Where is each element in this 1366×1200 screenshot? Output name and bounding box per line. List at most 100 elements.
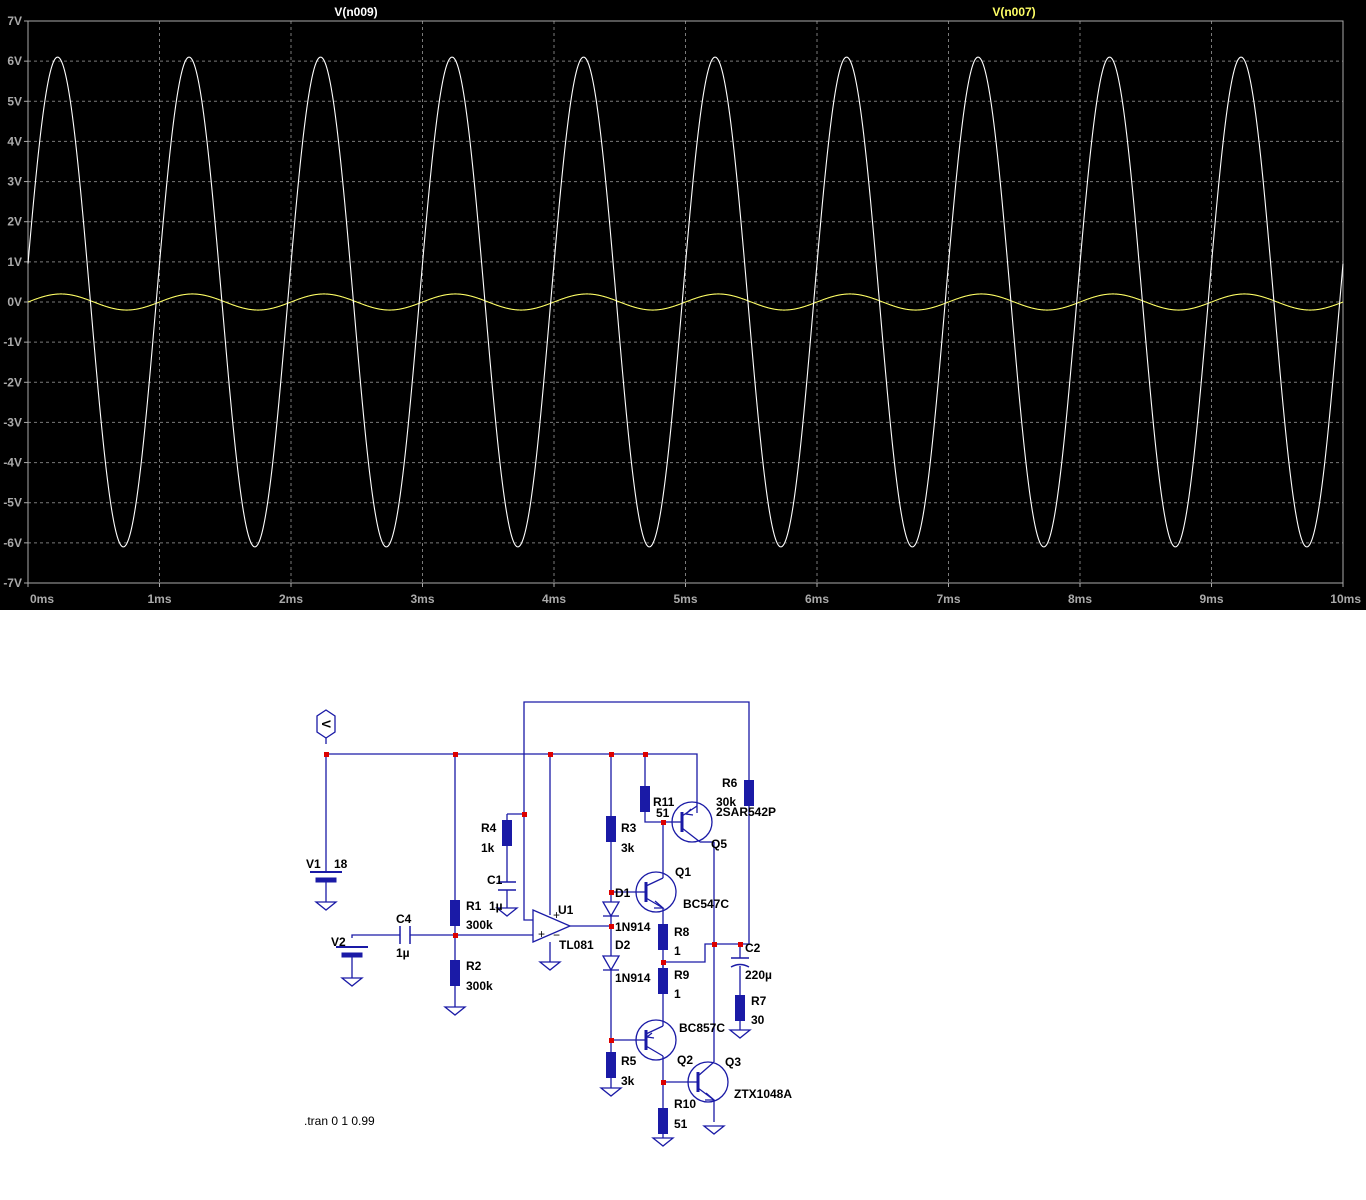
ground-icon [538,961,562,971]
u1-ref: U1 [558,903,574,917]
ground-icon [599,1087,623,1097]
waveform-plot[interactable]: 7V 6V 5V 4V 3V 2V 1V 0V -1V -2V -3V -4V -5V -6V -7V 0ms… [0,0,1366,610]
ground-icon [651,1137,675,1147]
x-tick-label: 5ms [673,592,697,606]
r9-value: 1 [674,987,681,1001]
r10-resistor [658,1108,668,1134]
r4-resistor [502,820,512,846]
v1-value: 18 [334,857,348,871]
spice-directive[interactable]: .tran 0 1 0.99 [304,1114,375,1128]
trace-label-v-n007[interactable]: V(n007) [992,5,1035,19]
x-tick-label: 8ms [1068,592,1092,606]
d1-ref: D1 [615,886,631,900]
component-labels: V1 18 V2 C4 1µ R1 300k R2 300k R4 1k C1 … [306,776,792,1131]
x-tick-label: 7ms [936,592,960,606]
r4-value: 1k [481,841,495,855]
r8-resistor [658,924,668,950]
y-tick-label: -6V [3,536,22,550]
y-tick-label: -3V [3,415,22,429]
r4-ref: R4 [481,821,497,835]
c4-value: 1µ [396,946,410,960]
q5-transistor [671,801,714,843]
r7-value: 30 [751,1013,765,1027]
ground-icon [443,1006,467,1016]
r3-value: 3k [621,841,635,855]
v1-ref: V1 [306,857,321,871]
r8-value: 1 [674,944,681,958]
y-tick-label: 2V [7,215,22,229]
x-tick-label: 6ms [805,592,829,606]
y-tick-label: -5V [3,496,22,510]
y-tick-label: 3V [7,175,22,189]
y-tick-label: 5V [7,94,22,108]
u1-value: TL081 [559,938,594,952]
q3-ref: Q3 [725,1055,741,1069]
r5-value: 3k [621,1074,635,1088]
r3-ref: R3 [621,821,637,835]
r10-ref: R10 [674,1097,696,1111]
c1-ref: C1 [487,873,503,887]
q5-ref: Q5 [711,837,727,851]
y-tick-label: 6V [7,54,22,68]
d2-diode [601,955,621,972]
y-tick-label: 4V [7,134,22,148]
d1-diode [601,901,621,918]
ground-icon [728,1029,752,1039]
q2-value: BC857C [679,1021,725,1035]
r3-resistor [606,816,616,842]
plot-axes: 7V 6V 5V 4V 3V 2V 1V 0V -1V -2V -3V -4V -5V -6V -7V 0ms… [3,14,1361,606]
r5-resistor [606,1052,616,1078]
d2-ref: D2 [615,938,631,952]
r7-resistor [735,995,745,1021]
trace-label-v-n009[interactable]: V(n009) [334,5,377,19]
r6-value: 30k [716,795,736,809]
r2-value: 300k [466,979,493,993]
r10-value: 51 [674,1117,688,1131]
x-tick-label: 2ms [279,592,303,606]
r2-resistor [450,960,460,986]
r6-ref: R6 [722,776,738,790]
r6-resistor [744,780,754,806]
svg-text:+: + [538,927,545,941]
waveform-plot-pane[interactable]: 7V 6V 5V 4V 3V 2V 1V 0V -1V -2V -3V -4V -5V -6V -7V 0ms… [0,0,1366,610]
trace-vn007 [27,293,1344,311]
c1-value: 1µ [489,899,503,913]
ground-icon [314,901,338,911]
r9-ref: R9 [674,968,690,982]
y-tick-label: -1V [3,335,22,349]
r11-resistor [640,786,650,812]
q3-value: ZTX1048A [734,1087,792,1101]
c2-ref: C2 [745,941,761,955]
y-tick-label: 0V [7,295,22,309]
y-tick-label: 1V [7,255,22,269]
c2-value: 220µ [745,968,772,982]
r8-ref: R8 [674,925,690,939]
x-tick-label: 10ms [1330,592,1361,606]
ground-icon [702,1125,726,1135]
x-tick-label: 3ms [410,592,434,606]
q1-transistor [635,871,677,913]
r2-ref: R2 [466,959,482,973]
port-label: V [319,720,333,728]
y-tick-label: -4V [3,456,22,470]
y-tick-label: -2V [3,375,22,389]
q2-ref: Q2 [677,1053,693,1067]
d2-value: 1N914 [615,971,651,985]
schematic-pane[interactable]: V + + − V1 18 V2 C4 1µ R1 300k R2 300k R… [0,610,1366,1200]
schematic-canvas[interactable]: V + + − V1 18 V2 C4 1µ R1 300k R2 300k R… [0,610,1366,1200]
r5-ref: R5 [621,1054,637,1068]
ground-icon [340,977,364,987]
q2-transistor [635,1019,677,1061]
d1-value: 1N914 [615,920,651,934]
q1-ref: Q1 [675,865,691,879]
q1-value: BC547C [683,897,729,911]
x-tick-label: 0ms [30,592,54,606]
r1-resistor [450,900,460,926]
r1-value: 300k [466,918,493,932]
y-tick-label: 7V [7,14,22,28]
supply-port[interactable]: V [316,709,336,739]
r9-resistor [658,968,668,994]
x-tick-label: 9ms [1199,592,1223,606]
r1-ref: R1 [466,899,482,913]
x-tick-label: 4ms [542,592,566,606]
